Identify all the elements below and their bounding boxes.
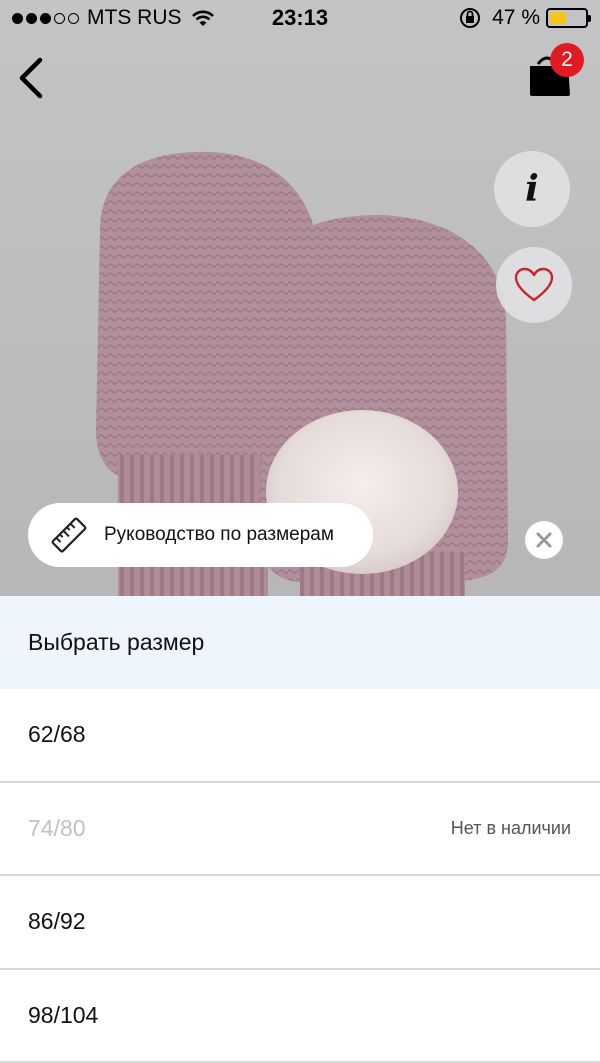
size-picker-title: Выбрать размер <box>0 596 600 689</box>
size-option-74-80[interactable]: 74/80 Нет в наличии <box>0 783 600 876</box>
product-info-button[interactable]: i <box>494 151 570 227</box>
back-button[interactable] <box>14 56 48 100</box>
ruler-icon <box>51 517 87 553</box>
battery-icon <box>546 8 591 28</box>
battery-group: 47 % <box>458 6 591 30</box>
size-option-86-92[interactable]: 86/92 <box>0 876 600 970</box>
orientation-lock-icon <box>460 8 481 28</box>
size-option-label: 74/80 <box>28 814 86 841</box>
close-icon <box>536 532 552 548</box>
chevron-left-icon <box>19 57 43 99</box>
battery-percent: 47 % <box>492 6 540 29</box>
availability-text: Нет в наличии <box>450 817 571 838</box>
size-option-label: 86/92 <box>28 908 86 935</box>
favorite-button[interactable] <box>496 247 572 323</box>
size-option-label: 98/104 <box>28 1001 99 1028</box>
cart-count-badge: 2 <box>550 43 584 77</box>
heart-outline-icon <box>514 267 554 302</box>
status-bar: MTS RUS 23:13 47 % <box>0 0 600 36</box>
size-guide-button[interactable]: Руководство по размерам <box>28 503 373 567</box>
size-list: 62/68 74/80 Нет в наличии 86/92 98/104 <box>0 689 600 1063</box>
size-option-label: 62/68 <box>28 721 86 748</box>
close-size-guide-button[interactable] <box>525 521 563 559</box>
size-guide-label: Руководство по размерам <box>104 524 334 545</box>
size-option-98-104[interactable]: 98/104 <box>0 970 600 1063</box>
size-option-62-68[interactable]: 62/68 <box>0 689 600 783</box>
info-icon: i <box>525 168 539 210</box>
